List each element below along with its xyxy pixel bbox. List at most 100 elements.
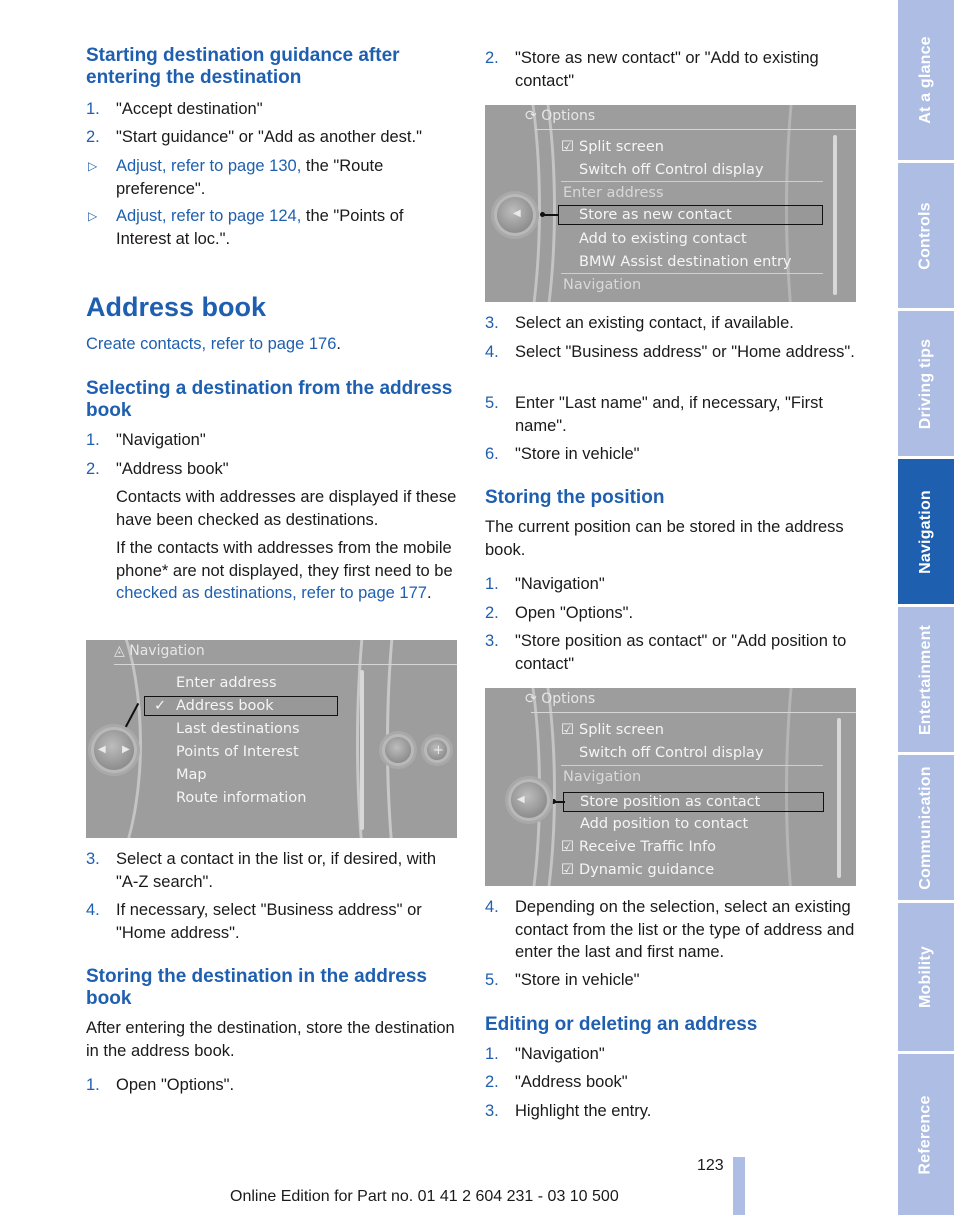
page-130-link[interactable]: Adjust, refer to page 130, bbox=[116, 157, 301, 175]
menu-item-selected: Store position as contact bbox=[580, 794, 761, 810]
step-number: 1. bbox=[485, 575, 499, 593]
tab-at-a-glance[interactable]: At a glance bbox=[898, 0, 954, 160]
page-176-link[interactable]: Create contacts, refer to page 176 bbox=[86, 335, 336, 353]
page-number-bar bbox=[733, 1157, 745, 1215]
note-paragraph: If the contacts with addresses from the … bbox=[116, 537, 460, 605]
step-number: 5. bbox=[485, 971, 499, 989]
page-124-link[interactable]: Adjust, refer to page 124, bbox=[116, 207, 301, 225]
menu-item: Add to existing contact bbox=[579, 231, 747, 247]
page-177-link[interactable]: checked as destinations, refer to page 1… bbox=[116, 584, 427, 602]
page-number: 123 bbox=[697, 1157, 724, 1174]
step-number: 3. bbox=[485, 632, 499, 650]
menu-group-label: Navigation bbox=[563, 277, 642, 293]
screen-title-text: Navigation bbox=[129, 643, 205, 659]
menu-item-selected: Address book bbox=[176, 698, 274, 714]
checkmark-icon: ✓ bbox=[154, 698, 167, 714]
divider bbox=[561, 181, 823, 182]
page-title: Address book bbox=[86, 292, 267, 322]
step-text: If necessary, select "Business address" … bbox=[116, 901, 422, 942]
plus-icon: + bbox=[433, 743, 444, 758]
step-text: "Address book" bbox=[515, 1073, 628, 1091]
step-text: Open "Options". bbox=[116, 1076, 235, 1094]
screen-title-text: Options bbox=[541, 108, 596, 124]
step-text: "Address book" bbox=[116, 460, 229, 478]
section-heading-selecting-destination: Selecting a destination from the address… bbox=[86, 378, 453, 421]
step-number: 1. bbox=[86, 100, 100, 118]
tab-controls[interactable]: Controls bbox=[898, 163, 954, 308]
idrive-navigation-screenshot: ◬ Navigation Enter address ✓ Address boo… bbox=[86, 640, 457, 838]
menu-group-label: Enter address bbox=[563, 185, 664, 201]
left-arrow-icon: ◀ bbox=[517, 794, 525, 805]
step-text: "Start guidance" or "Add as another dest… bbox=[116, 128, 422, 146]
step-number: 1. bbox=[485, 1045, 499, 1063]
edition-footer: Online Edition for Part no. 01 41 2 604 … bbox=[230, 1188, 619, 1205]
step-number: 2. bbox=[485, 604, 499, 622]
callout-dot bbox=[551, 799, 556, 804]
right-arrow-icon: ▶ bbox=[122, 744, 130, 755]
tab-label: Communication bbox=[917, 765, 934, 890]
tab-reference[interactable]: Reference bbox=[898, 1054, 954, 1215]
menu-item: Switch off Control display bbox=[579, 162, 764, 178]
section-heading-editing-address: Editing or deleting an address bbox=[485, 1014, 758, 1035]
menu-item: Last destinations bbox=[176, 721, 300, 737]
step-text: Open "Options". bbox=[515, 604, 634, 622]
divider bbox=[535, 129, 856, 130]
tab-label: Mobility bbox=[917, 945, 935, 1009]
step-number: 1. bbox=[86, 431, 100, 449]
step-number: 2. bbox=[86, 460, 100, 478]
divider bbox=[561, 765, 823, 766]
step-text: Depending on the selection, select an ex… bbox=[515, 898, 855, 961]
menu-item: BMW Assist destination entry bbox=[579, 254, 792, 270]
step-number: 5. bbox=[485, 394, 499, 412]
tab-communication[interactable]: Communication bbox=[898, 755, 954, 900]
create-contacts-paragraph: Create contacts, refer to page 176. bbox=[86, 333, 460, 356]
callout-dot bbox=[540, 212, 545, 217]
scrollbar bbox=[837, 718, 841, 878]
step-number: 3. bbox=[485, 1102, 499, 1120]
tab-label: Reference bbox=[917, 1094, 934, 1175]
divider bbox=[561, 273, 823, 274]
menu-item-selected: Store as new contact bbox=[579, 207, 732, 223]
step-number: 1. bbox=[86, 1076, 100, 1094]
intro-paragraph: After entering the destination, store th… bbox=[86, 1019, 455, 1060]
scrollbar bbox=[360, 670, 364, 830]
step-text: Select an existing contact, if available… bbox=[515, 314, 794, 332]
idrive-options-screenshot: ⟳ Options ☑ Split screen Switch off Cont… bbox=[485, 105, 856, 302]
tab-entertainment[interactable]: Entertainment bbox=[898, 607, 954, 752]
step-text: "Navigation" bbox=[515, 575, 605, 593]
idrive-options-position-screenshot: ⟳ Options ☑ Split screen Switch off Cont… bbox=[485, 688, 856, 886]
step-number: 4. bbox=[485, 898, 499, 916]
list-item: ▷ Adjust, refer to page 130, the "Route … bbox=[86, 155, 460, 201]
tab-label: Controls bbox=[917, 201, 934, 270]
step-number: 4. bbox=[86, 901, 100, 919]
tab-mobility[interactable]: Mobility bbox=[898, 903, 954, 1051]
callout-line bbox=[543, 214, 559, 216]
tab-driving-tips[interactable]: Driving tips bbox=[898, 311, 954, 456]
step-text: "Store in vehicle" bbox=[515, 445, 640, 463]
checkbox-checked-icon: ☑ bbox=[561, 722, 574, 738]
callout-line bbox=[555, 801, 565, 803]
screen-title-text: Options bbox=[541, 691, 596, 707]
left-arrow-icon: ◀ bbox=[98, 744, 106, 755]
menu-item: Enter address bbox=[176, 675, 277, 691]
punctuation: . bbox=[336, 335, 341, 353]
step-number: 6. bbox=[485, 445, 499, 463]
step-text: "Accept destination" bbox=[116, 100, 263, 118]
intro-paragraph: The current position can be stored in th… bbox=[485, 518, 844, 559]
menu-item: Switch off Control display bbox=[579, 745, 764, 761]
left-arrow-icon: ◀ bbox=[513, 208, 521, 219]
options-icon: ⟳ bbox=[525, 108, 537, 124]
menu-item: Points of Interest bbox=[176, 744, 299, 760]
section-heading-storing-position: Storing the position bbox=[485, 487, 665, 508]
menu-item: Route information bbox=[176, 790, 307, 806]
step-text: Highlight the entry. bbox=[515, 1102, 652, 1120]
note-paragraph: Contacts with addresses are displayed if… bbox=[116, 488, 457, 529]
punctuation: . bbox=[426, 584, 432, 602]
tab-navigation[interactable]: Navigation bbox=[898, 459, 954, 604]
options-icon: ⟳ bbox=[525, 691, 537, 707]
menu-item: Receive Traffic Info bbox=[579, 839, 716, 855]
menu-item: Split screen bbox=[579, 139, 664, 155]
screen-title: ⟳ Options bbox=[525, 108, 595, 124]
step-text: "Store as new contact" or "Add to existi… bbox=[515, 49, 819, 90]
menu-item: Add position to contact bbox=[580, 816, 749, 832]
